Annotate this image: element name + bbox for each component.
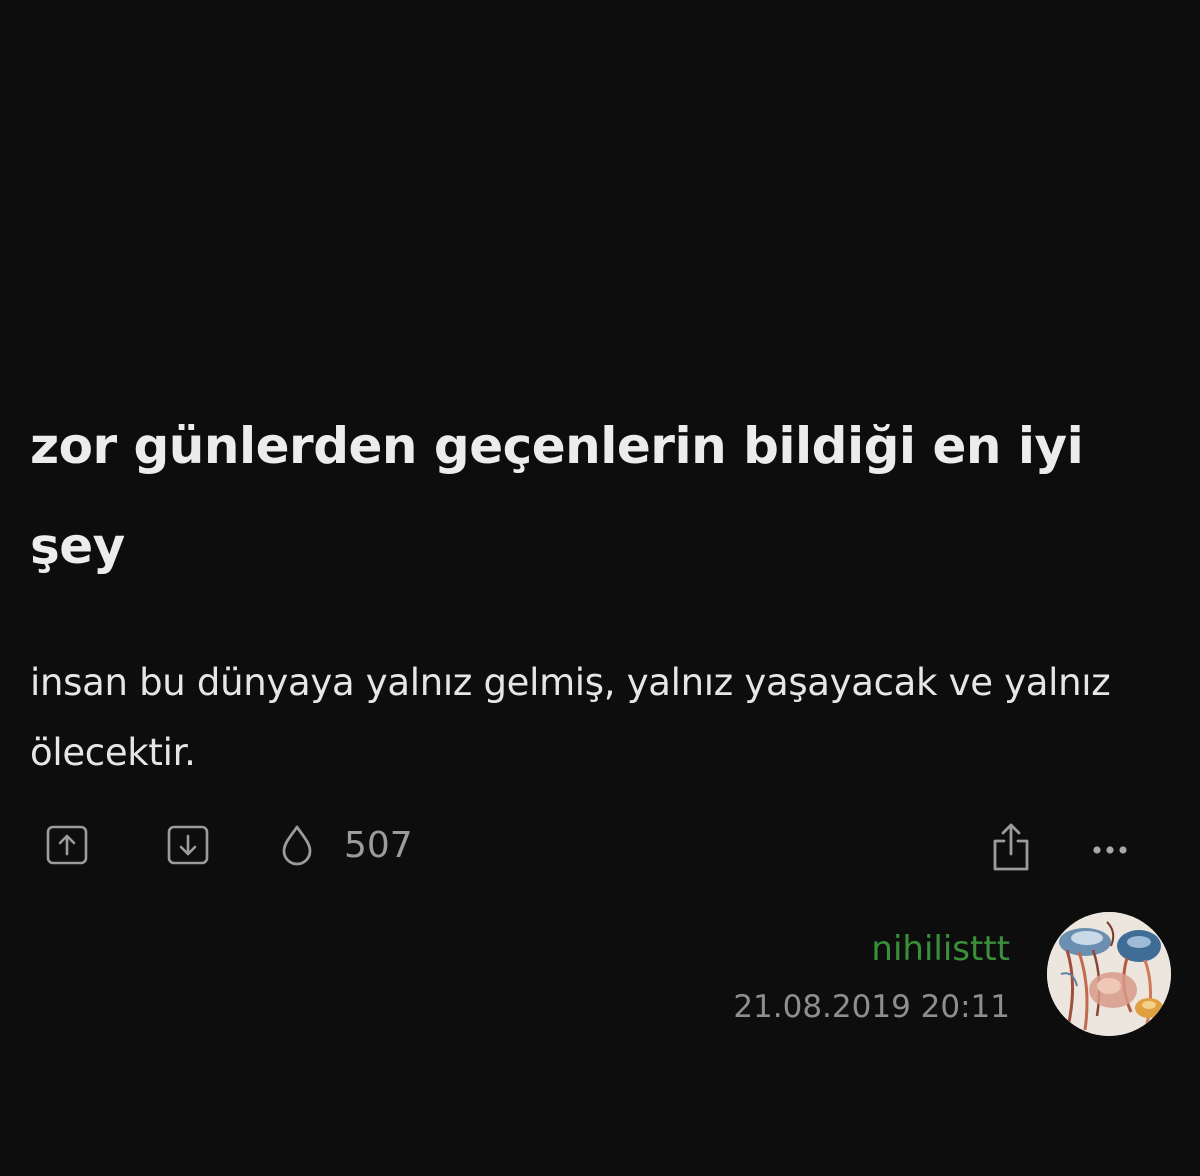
entry-content: insan bu dünyaya yalnız gelmiş, yalnız y… (30, 661, 1111, 774)
author-avatar[interactable] (1047, 912, 1171, 1036)
downvote-icon (167, 825, 209, 865)
favorite-drop-icon (282, 825, 312, 866)
more-options-icon (1093, 846, 1127, 854)
entry-date[interactable]: 21.08.2019 20:11 (733, 980, 1010, 1034)
share-icon (993, 823, 1029, 871)
entry-card: zor günlerden geçenlerin bildiği en iyi … (0, 0, 1200, 1176)
entry-actions: 507 (0, 810, 1200, 890)
share-button[interactable] (984, 816, 1038, 876)
author-link[interactable]: nihilisttt (733, 922, 1010, 976)
more-options-button[interactable] (1084, 828, 1136, 872)
upvote-button[interactable] (42, 820, 92, 870)
avatar-image-icon (1047, 912, 1171, 1036)
favorite-button[interactable] (272, 820, 322, 870)
upvote-icon (46, 825, 88, 865)
downvote-button[interactable] (163, 820, 213, 870)
favorite-count: 507 (344, 825, 413, 866)
entry-footer: nihilisttt 21.08.2019 20:11 (733, 922, 1010, 1034)
entry-title[interactable]: zor günlerden geçenlerin bildiği en iyi … (30, 396, 1170, 596)
